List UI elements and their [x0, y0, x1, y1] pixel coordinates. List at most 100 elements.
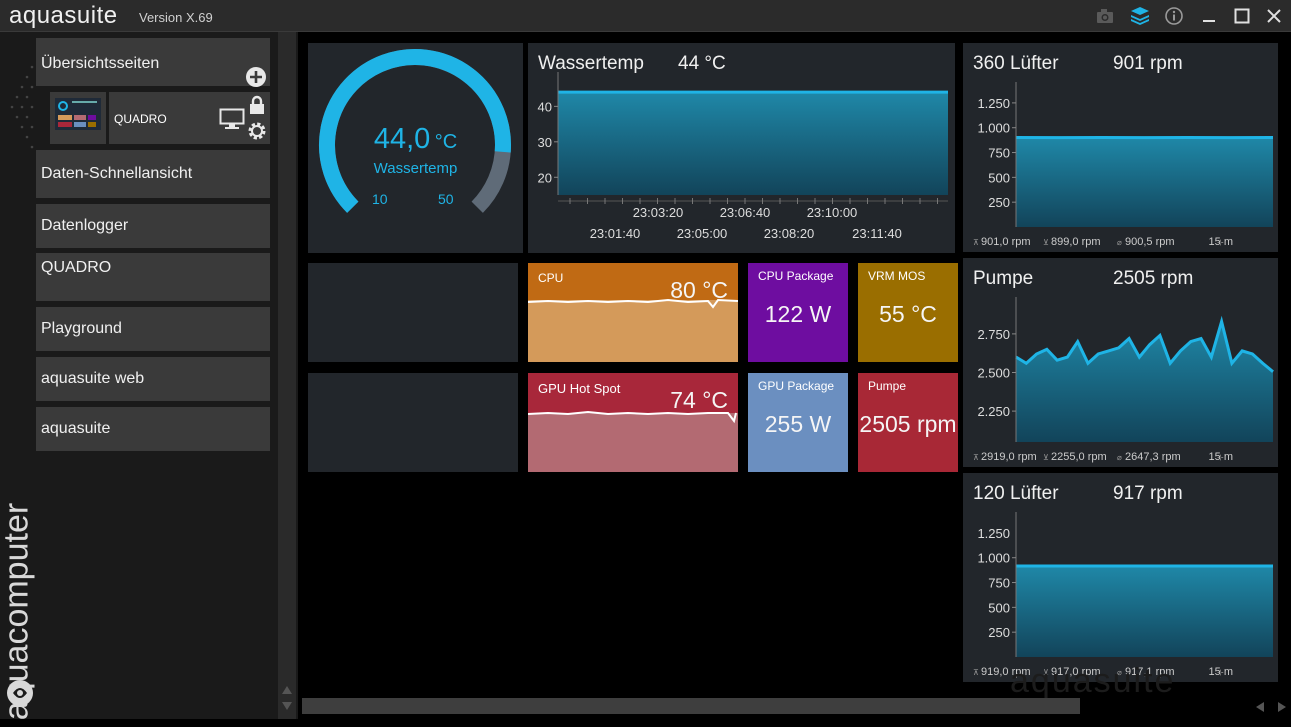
sidebar-item-label: Datenlogger	[41, 217, 128, 235]
cpu-package-tile: CPU Package 122 W	[748, 263, 848, 362]
x-tick-label: 23:05:00	[677, 226, 728, 241]
y-tick-label: 250	[988, 195, 1010, 210]
page-thumbnail[interactable]	[50, 92, 106, 144]
y-tick-label: 1.000	[977, 121, 1010, 136]
brand-strip: aquacomputer	[0, 32, 36, 719]
scroll-arrows-icon[interactable]	[278, 684, 296, 714]
series-area	[1016, 138, 1273, 227]
maximize-icon[interactable]	[1232, 6, 1252, 26]
sidebar-item-label: Playground	[41, 320, 122, 338]
sidebar-scrollbar[interactable]	[278, 32, 296, 719]
empty-tile-1	[308, 263, 518, 362]
gauge-value: 44,0	[374, 123, 430, 155]
sidebar-item-label: aquasuite web	[41, 370, 144, 388]
y-tick-label: 2.250	[977, 404, 1010, 419]
vrm-value: 55 °C	[858, 301, 958, 328]
cpu-label: CPU	[538, 271, 563, 285]
cpu-temp-tile: CPU 80 °C	[528, 263, 738, 362]
gpu-package-label: GPU Package	[758, 379, 834, 393]
vrm-label: VRM MOS	[868, 269, 925, 283]
device-label: QUADRO	[114, 112, 167, 126]
fan-120-chart: 1.0007505002501.250919,0 rpm⊼917,0 rpm⊻9…	[963, 473, 1278, 682]
cpu-package-label: CPU Package	[758, 269, 833, 283]
stat-icon: ⊼	[973, 453, 979, 462]
gpu-package-value: 255 W	[748, 411, 848, 438]
x-tick-label: 23:03:20	[633, 205, 684, 220]
dot-pattern-icon	[0, 57, 36, 167]
close-icon[interactable]	[1264, 6, 1284, 26]
x-tick-label: 23:11:40	[852, 226, 902, 241]
minimize-icon[interactable]	[1199, 6, 1219, 26]
sidebar-item-datenlogger[interactable]: Datenlogger	[36, 204, 270, 248]
x-tick-label: 23:10:00	[807, 205, 858, 220]
y-tick-label: 1.250	[977, 96, 1010, 111]
monitor-icon[interactable]	[219, 108, 245, 130]
add-page-icon[interactable]	[245, 66, 267, 88]
sidebar-item-aquasuite-web[interactable]: aquasuite web	[36, 357, 270, 401]
water-temp-chart-tile: Wassertemp 44 °C 40302023:03:2023:06:402…	[528, 43, 955, 253]
stat-icon: ⊼	[973, 238, 979, 247]
y-tick-label: 40	[538, 99, 552, 114]
device-item-quadro[interactable]: QUADRO	[109, 92, 270, 144]
chart-stat: 2647,3 rpm	[1125, 451, 1181, 463]
y-tick-label: 20	[538, 170, 552, 185]
sidebar: aquacomputer Übersichtsseiten QUADRO Dat…	[0, 32, 298, 719]
chart-stat: 900,5 rpm	[1125, 236, 1175, 248]
gpu-package-tile: GPU Package 255 W	[748, 373, 848, 472]
water-temp-gauge: 44,0 °C Wassertemp 10 50	[308, 43, 523, 253]
chart-stat: 2255,0 rpm	[1051, 451, 1107, 463]
sidebar-item-aquasuite[interactable]: aquasuite	[36, 407, 270, 451]
sidebar-item-label: QUADRO	[41, 259, 111, 277]
sidebar-item-label: aquasuite	[41, 420, 110, 438]
gauge-label: Wassertemp	[308, 160, 523, 177]
y-tick-label: 500	[988, 600, 1010, 615]
y-tick-label: 500	[988, 170, 1010, 185]
pump-chart: 2.7502.5002.2502919,0 rpm⊼2255,0 rpm⊻264…	[963, 258, 1278, 467]
horizontal-scrollbar[interactable]	[302, 698, 1080, 714]
overview-pages-label: Übersichtsseiten	[41, 55, 159, 73]
sidebar-item-quadro[interactable]: QUADRO	[36, 253, 270, 301]
layers-icon[interactable]	[1130, 6, 1150, 26]
overview-pages-item[interactable]: Übersichtsseiten	[36, 38, 270, 86]
info-icon[interactable]	[1164, 6, 1184, 26]
sidebar-item-label: Daten-Schnellansicht	[41, 165, 192, 183]
stat-icon: ⌀	[1117, 238, 1122, 247]
y-tick-label: 250	[988, 625, 1010, 640]
series-area	[1016, 566, 1273, 657]
sidebar-item-daten-schnellansicht[interactable]: Daten-Schnellansicht	[36, 150, 270, 198]
stat-icon: ⌀	[1117, 453, 1122, 462]
fan-120-chart-tile: 120 Lüfter 917 rpm 1.0007505002501.25091…	[963, 473, 1278, 682]
water-temp-chart: 40 30 20 23:03:20 23:06:40 23:10:00 23:01:40 23…	[528, 43, 955, 253]
settings-gear-icon[interactable]	[247, 121, 267, 141]
chart-stat: 899,0 rpm	[1051, 236, 1101, 248]
watermark-text: aquasuite	[1010, 662, 1175, 701]
stat-icon: ⊻	[1043, 238, 1049, 247]
gauge-unit: °C	[435, 131, 457, 153]
main-dashboard: 44,0 °C Wassertemp 10 50 Wassertemp 44 °…	[298, 32, 1291, 719]
y-tick-label: 750	[988, 146, 1010, 161]
y-tick-label: 750	[988, 576, 1010, 591]
app-version: Version X.69	[139, 10, 213, 25]
screenshot-icon[interactable]	[1095, 6, 1115, 26]
title-bar: aquasuite Version X.69	[0, 0, 1291, 32]
gauge-min: 10	[372, 191, 388, 207]
stat-icon: ⊹	[1217, 668, 1224, 677]
stat-icon: ⊼	[973, 668, 979, 677]
y-tick-label: 2.500	[977, 366, 1010, 381]
chart-stat: 2919,0 rpm	[981, 451, 1037, 463]
sidebar-item-playground[interactable]: Playground	[36, 307, 270, 351]
pump-value: 2505 rpm	[858, 411, 958, 438]
x-tick-label: 23:06:40	[720, 205, 771, 220]
y-tick-label: 30	[538, 135, 552, 150]
gpu-value: 74 °C	[670, 387, 728, 414]
cpu-value: 80 °C	[670, 277, 728, 304]
scroll-lr-arrows-icon[interactable]	[1254, 700, 1288, 714]
empty-tile-2	[308, 373, 518, 472]
gauge-max: 50	[438, 191, 454, 207]
y-tick-label: 1.000	[977, 551, 1010, 566]
vrm-mos-tile: VRM MOS 55 °C	[858, 263, 958, 362]
lock-icon[interactable]	[249, 95, 265, 115]
x-tick-label: 23:08:20	[764, 226, 815, 241]
x-tick-label: 23:01:40	[590, 226, 641, 241]
gpu-hotspot-tile: GPU Hot Spot 74 °C	[528, 373, 738, 472]
